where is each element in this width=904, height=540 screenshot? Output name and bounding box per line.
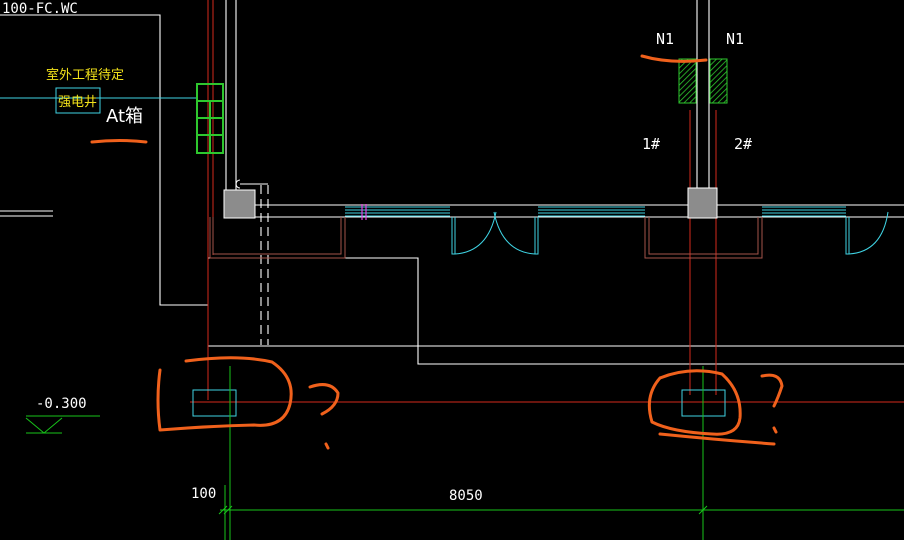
annotation-outdoor-pending: 室外工程待定 — [46, 67, 124, 83]
elevation-triangle — [25, 417, 63, 434]
mark-1: 1# — [642, 135, 660, 153]
window-strip-3 — [762, 206, 846, 217]
window-strip-1 — [345, 206, 450, 217]
annotation-power-shaft: 强电井 — [58, 95, 97, 110]
door-swing-3 — [845, 211, 889, 255]
magenta-marker — [361, 204, 367, 220]
dimension-main: 8050 — [449, 488, 483, 504]
pipe-hook-symbol — [235, 179, 268, 189]
wall-outlines — [0, 0, 904, 365]
door-swing-1 — [451, 211, 497, 255]
n1-hatch-block-right — [709, 58, 728, 104]
dot-right — [772, 426, 778, 434]
circle-left-foundation — [156, 356, 293, 432]
dot-left — [324, 442, 330, 450]
cyan-elements — [0, 87, 889, 417]
door-swing-2 — [493, 211, 539, 255]
underline-at-box — [90, 139, 148, 144]
brown-trench-left-inner — [212, 217, 342, 255]
at-box-label: At箱 — [106, 106, 143, 127]
elevation-label: -0.300 — [36, 396, 87, 412]
step-outline — [208, 257, 904, 365]
n1-label-right: N1 — [726, 30, 744, 48]
at-distribution-box — [196, 83, 224, 154]
left-vertical-duct-line — [0, 14, 208, 306]
n1-label-left: N1 — [656, 30, 674, 48]
orange-markups — [90, 54, 784, 450]
brown-trench-right-inner — [648, 217, 759, 255]
corner-label: 100-FC.WC — [2, 1, 78, 17]
cad-drawing-canvas: 100-FC.WC 室外工程待定 强电井 At箱 N1 N1 1# 2# -0.… — [0, 0, 904, 540]
column-right — [687, 187, 718, 219]
red-axis-lines — [190, 0, 904, 403]
question-mark-right — [760, 373, 784, 408]
brown-trench-left — [209, 217, 346, 259]
brown-trench-right — [644, 217, 763, 259]
question-mark-left — [308, 383, 340, 416]
column-left — [223, 189, 256, 219]
n1-hatch-block-left — [678, 58, 697, 104]
dimension-small: 100 — [191, 486, 216, 502]
mark-2: 2# — [734, 135, 752, 153]
window-strip-2 — [538, 206, 645, 217]
